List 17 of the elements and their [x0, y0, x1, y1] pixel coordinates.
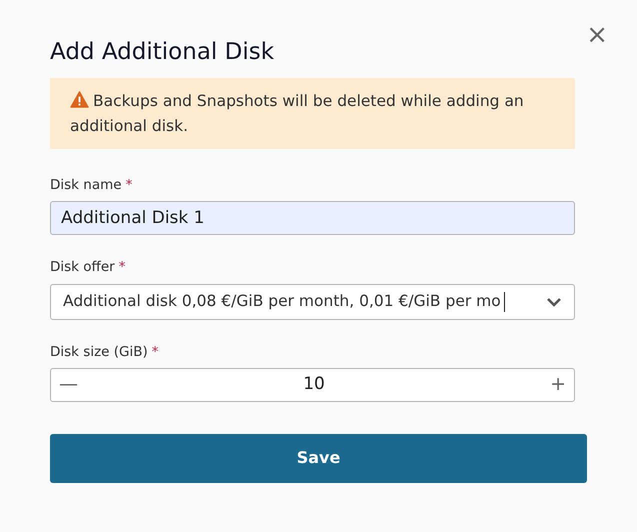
warning-icon: [70, 91, 89, 108]
decrement-button[interactable]: —: [51, 375, 86, 394]
required-mark: *: [126, 176, 132, 195]
close-button[interactable]: ×: [583, 22, 611, 48]
field-label: Disk name: [50, 176, 122, 195]
required-mark: *: [118, 258, 126, 278]
increment-button[interactable]: +: [542, 375, 574, 394]
dropdown-field[interactable]: Additional disk 0,08 €/GiB per month, 0,01 €/GiB per mo: [50, 284, 575, 320]
stepper-value: 10: [303, 373, 325, 396]
required-mark: *: [152, 342, 159, 362]
field-label: Disk offer: [50, 258, 115, 278]
field-label: Disk size (GiB): [50, 342, 148, 362]
chevron-down-icon: [546, 296, 562, 306]
warning-alert: Backups and Snapshots will be deleted while adding an additional disk.: [50, 78, 575, 149]
save-button[interactable]: Save: [50, 434, 587, 483]
dialog-title: Add Additional Disk: [50, 38, 276, 67]
text-field[interactable]: Additional Disk 1: [50, 201, 575, 236]
